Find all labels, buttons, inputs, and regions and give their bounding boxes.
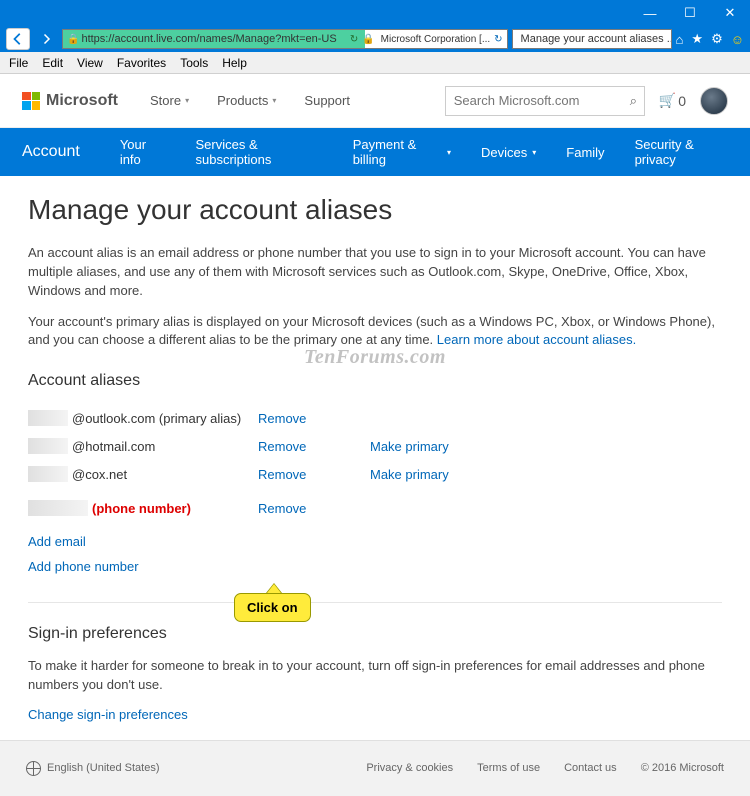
tab-title: Manage your account aliases ...	[521, 33, 672, 45]
site-footer: English (United States) Privacy & cookie…	[0, 740, 750, 796]
redacted-text	[28, 500, 88, 516]
nav-payment[interactable]: Payment & billing▾	[353, 137, 451, 167]
refresh-icon[interactable]: ↻	[494, 34, 502, 45]
browser-toolbar: 🔒 https://account.live.com/names/Manage?…	[0, 26, 750, 52]
nav-store[interactable]: Store▾	[150, 93, 189, 108]
browser-menubar: File Edit View Favorites Tools Help	[0, 52, 750, 74]
microsoft-logo-icon	[22, 92, 40, 110]
remove-link[interactable]: Remove	[258, 411, 306, 426]
chevron-down-icon: ▾	[532, 148, 536, 157]
tools-icon[interactable]: ⚙	[711, 31, 723, 47]
footer-terms[interactable]: Terms of use	[477, 762, 540, 774]
nav-your-info[interactable]: Your info	[120, 137, 166, 167]
menu-view[interactable]: View	[70, 56, 110, 70]
home-icon[interactable]: ⌂	[676, 32, 684, 47]
cart-count: 0	[678, 93, 686, 109]
microsoft-logo[interactable]: Microsoft	[22, 92, 118, 110]
window-titlebar: — ☐ ✕	[0, 0, 750, 26]
nav-devices[interactable]: Devices▾	[481, 145, 536, 160]
site-search[interactable]: ⌕	[445, 86, 645, 116]
forward-button[interactable]	[34, 28, 58, 50]
favorites-icon[interactable]: ★	[691, 31, 703, 47]
back-button[interactable]	[6, 28, 30, 50]
remove-phone-link[interactable]: Remove	[258, 501, 306, 516]
alias-row-phone: (phone number) Remove	[28, 494, 722, 522]
redacted-text	[28, 466, 68, 482]
learn-more-link[interactable]: Learn more about account aliases.	[437, 332, 636, 347]
callout-text: Click on	[234, 593, 311, 622]
globe-icon	[26, 761, 41, 776]
brand-text: Microsoft	[46, 92, 118, 110]
nav-account[interactable]: Account	[22, 143, 80, 161]
url-text: https://account.live.com/names/Manage?mk…	[81, 33, 336, 45]
intro-paragraph-1: An account alias is an email address or …	[28, 244, 722, 301]
nav-family[interactable]: Family	[566, 145, 604, 160]
chevron-down-icon: ▾	[185, 96, 189, 105]
reload-icon[interactable]: ↻	[350, 34, 358, 45]
make-primary-link[interactable]: Make primary	[370, 439, 449, 454]
remove-link[interactable]: Remove	[258, 439, 306, 454]
chevron-down-icon: ▾	[447, 148, 451, 157]
signin-paragraph: To make it harder for someone to break i…	[28, 657, 722, 695]
add-email-link[interactable]: Add email	[28, 534, 722, 549]
menu-tools[interactable]: Tools	[173, 56, 215, 70]
alias-suffix: @outlook.com (primary alias)	[72, 411, 241, 426]
nav-support[interactable]: Support	[304, 93, 350, 108]
cert-lock-icon: 🔒	[362, 34, 374, 45]
main-content: TenForums.com Manage your account aliase…	[0, 176, 750, 740]
footer-privacy[interactable]: Privacy & cookies	[366, 762, 453, 774]
alias-row: @cox.net Remove Make primary	[28, 460, 722, 488]
nav-products[interactable]: Products▾	[217, 93, 276, 108]
footer-contact[interactable]: Contact us	[564, 762, 617, 774]
cart-icon: 🛒	[659, 92, 676, 109]
top-nav: Store▾ Products▾ Support	[150, 93, 350, 108]
intro-paragraph-2: Your account's primary alias is displaye…	[28, 313, 722, 351]
language-selector[interactable]: English (United States)	[26, 761, 160, 776]
aliases-heading: Account aliases	[28, 372, 722, 390]
remove-link[interactable]: Remove	[258, 467, 306, 482]
search-input[interactable]	[454, 93, 630, 108]
cart-button[interactable]: 🛒0	[659, 92, 686, 109]
cert-label: Microsoft Corporation [...	[381, 34, 490, 45]
language-label: English (United States)	[47, 762, 160, 774]
redacted-text	[28, 438, 68, 454]
menu-file[interactable]: File	[2, 56, 35, 70]
menu-favorites[interactable]: Favorites	[110, 56, 173, 70]
menu-help[interactable]: Help	[215, 56, 254, 70]
add-phone-link[interactable]: Add phone number	[28, 559, 722, 574]
browser-tab[interactable]: Manage your account aliases ... ✕	[512, 29, 672, 49]
change-signin-link[interactable]: Change sign-in preferences	[28, 707, 188, 722]
signin-heading: Sign-in preferences	[28, 625, 722, 643]
lock-icon: 🔒	[67, 34, 79, 45]
nav-services[interactable]: Services & subscriptions	[195, 137, 322, 167]
search-icon[interactable]: ⌕	[630, 93, 637, 109]
user-avatar[interactable]	[700, 87, 728, 115]
make-primary-link[interactable]: Make primary	[370, 467, 449, 482]
nav-security[interactable]: Security & privacy	[635, 137, 728, 167]
alias-row: @outlook.com (primary alias) Remove	[28, 404, 722, 432]
chevron-down-icon: ▾	[272, 96, 276, 105]
phone-number-label: (phone number)	[92, 501, 191, 516]
menu-edit[interactable]: Edit	[35, 56, 70, 70]
maximize-button[interactable]: ☐	[670, 0, 710, 26]
redacted-text	[28, 410, 68, 426]
address-bar[interactable]: 🔒 https://account.live.com/names/Manage?…	[62, 29, 508, 49]
footer-copyright: © 2016 Microsoft	[641, 762, 724, 774]
alias-suffix: @cox.net	[72, 467, 127, 482]
alias-suffix: @hotmail.com	[72, 439, 155, 454]
divider	[28, 602, 722, 603]
feedback-icon[interactable]: ☺	[731, 32, 744, 47]
account-nav: Account Your info Services & subscriptio…	[0, 128, 750, 176]
annotation-callout: Click on	[234, 583, 311, 622]
alias-row: @hotmail.com Remove Make primary	[28, 432, 722, 460]
site-header: Microsoft Store▾ Products▾ Support ⌕ 🛒0	[0, 74, 750, 128]
minimize-button[interactable]: —	[630, 0, 670, 26]
page-title: Manage your account aliases	[28, 194, 722, 226]
close-window-button[interactable]: ✕	[710, 0, 750, 26]
